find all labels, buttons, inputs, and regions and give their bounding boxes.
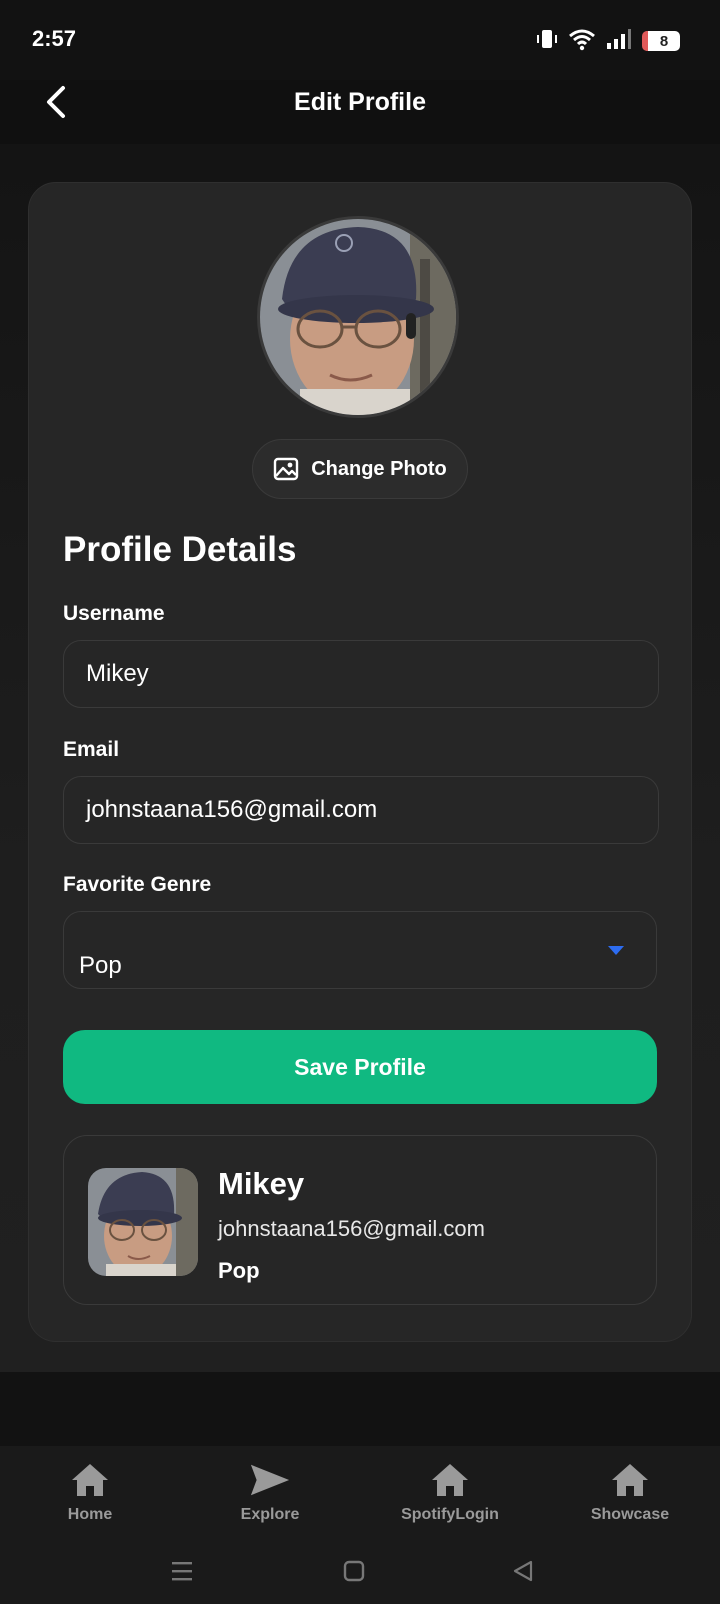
dropdown-arrow-icon bbox=[608, 946, 624, 955]
header: Edit Profile bbox=[0, 64, 720, 144]
triangle-back-icon bbox=[513, 1560, 533, 1582]
genre-select[interactable]: Pop bbox=[63, 911, 657, 989]
home-icon bbox=[429, 1460, 471, 1500]
genre-label: Favorite Genre bbox=[63, 873, 212, 896]
home-icon bbox=[69, 1460, 111, 1500]
email-field[interactable]: johnstaana156@gmail.com bbox=[63, 776, 659, 844]
divider-band bbox=[0, 1372, 720, 1446]
avatar-photo bbox=[260, 219, 456, 415]
nav-item-showcase[interactable]: Showcase bbox=[540, 1460, 720, 1524]
image-icon bbox=[274, 457, 299, 481]
system-nav-bar bbox=[0, 1536, 720, 1604]
nav-label-home: Home bbox=[67, 1506, 113, 1523]
username-label: Username bbox=[63, 602, 165, 625]
nav-label-showcase: Showcase bbox=[590, 1506, 670, 1523]
square-icon bbox=[343, 1560, 365, 1582]
username-field[interactable]: Mikey bbox=[63, 640, 659, 708]
wifi-icon bbox=[568, 27, 596, 56]
preview-genre: Pop bbox=[218, 1258, 260, 1283]
preview-avatar bbox=[88, 1168, 198, 1276]
status-time: 2:57 bbox=[32, 26, 77, 51]
save-profile-button[interactable]: Save Profile bbox=[63, 1030, 657, 1104]
vibrate-icon bbox=[536, 27, 558, 56]
section-title: Profile Details bbox=[63, 530, 297, 569]
nav-item-home[interactable]: Home bbox=[0, 1460, 180, 1524]
menu-icon bbox=[172, 1562, 192, 1581]
change-photo-label: Change Photo bbox=[311, 457, 447, 480]
battery-icon: 8 bbox=[642, 31, 680, 51]
back-system-button[interactable] bbox=[508, 1556, 538, 1586]
change-photo-button[interactable]: Change Photo bbox=[252, 439, 468, 499]
preview-name: Mikey bbox=[218, 1166, 305, 1201]
preview-avatar-photo bbox=[88, 1168, 198, 1276]
profile-avatar bbox=[257, 216, 459, 418]
recent-apps-button[interactable] bbox=[167, 1556, 197, 1586]
status-icons: 8 bbox=[536, 26, 680, 56]
signal-icon bbox=[606, 28, 632, 55]
home-icon bbox=[609, 1460, 651, 1500]
nav-label-explore: Explore bbox=[240, 1506, 300, 1523]
home-system-button[interactable] bbox=[339, 1556, 369, 1586]
bottom-nav: Home Explore SpotifyLogin Showcase bbox=[0, 1446, 720, 1536]
nav-label-spotifylogin: SpotifyLogin bbox=[401, 1506, 499, 1523]
email-label: Email bbox=[63, 738, 120, 761]
page-title: Edit Profile bbox=[294, 88, 426, 116]
profile-preview-card: Mikey johnstaana156@gmail.com Pop bbox=[63, 1135, 657, 1305]
nav-item-explore[interactable]: Explore bbox=[180, 1460, 360, 1524]
preview-email: johnstaana156@gmail.com bbox=[218, 1216, 485, 1241]
nav-item-spotifylogin[interactable]: SpotifyLogin bbox=[360, 1460, 540, 1524]
send-icon bbox=[249, 1460, 291, 1500]
genre-select-value: Pop bbox=[79, 952, 122, 979]
